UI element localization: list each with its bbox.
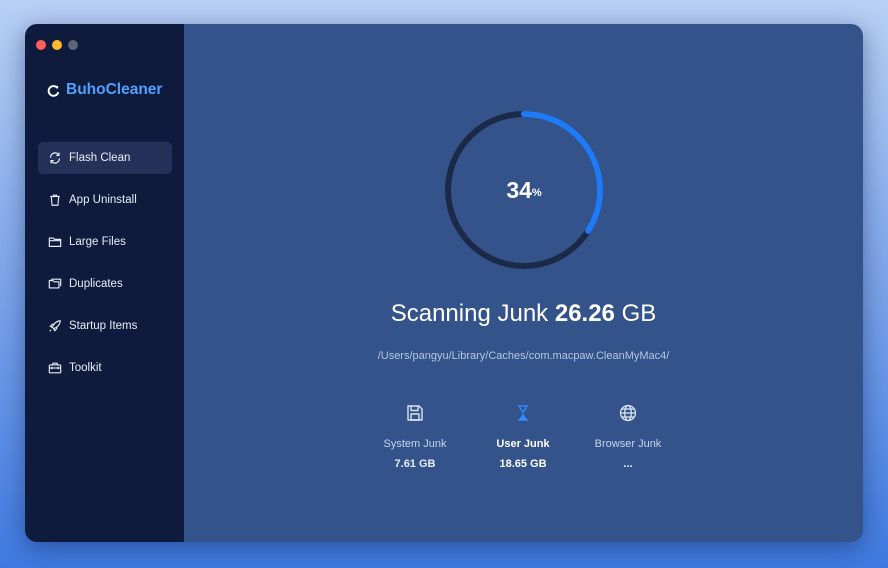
app-logo: BuhoCleaner xyxy=(47,81,162,99)
rocket-icon xyxy=(49,320,61,332)
sidebar-item-label: App Uninstall xyxy=(69,194,137,206)
progress-percent: 34 % xyxy=(442,108,606,272)
sidebar-item-label: Toolkit xyxy=(69,362,102,374)
duplicate-folder-icon xyxy=(48,278,62,289)
sidebar-item-large-files[interactable]: Large Files xyxy=(38,226,172,258)
toolkit-icon xyxy=(48,362,62,374)
sidebar-item-label: Startup Items xyxy=(69,320,138,332)
scan-current-path: /Users/pangyu/Library/Caches/com.macpaw.… xyxy=(377,350,670,362)
folder-icon xyxy=(48,237,62,247)
sidebar-item-startup-items[interactable]: Startup Items xyxy=(38,310,172,342)
category-system-junk[interactable]: System Junk 7.61 GB xyxy=(360,402,470,470)
category-user-junk[interactable]: User Junk 18.65 GB xyxy=(468,402,578,470)
category-label: User Junk xyxy=(496,438,550,450)
hourglass-icon xyxy=(517,405,529,421)
sidebar-nav: Flash Clean App Uninstall Large Files Du… xyxy=(38,142,172,394)
scan-prefix: Scanning Junk xyxy=(390,300,549,327)
sidebar-item-label: Flash Clean xyxy=(69,152,131,164)
scan-size-value: 26.26 xyxy=(554,300,615,327)
floppy-disk-icon xyxy=(407,405,423,421)
app-window: BuhoCleaner Flash Clean App Uninstall La… xyxy=(25,24,863,542)
progress-unit: % xyxy=(531,187,542,199)
progress-value: 34 xyxy=(506,176,532,203)
sidebar-item-label: Large Files xyxy=(69,236,126,248)
scan-status-title: Scanning Junk 26.26 GB xyxy=(184,300,863,328)
sidebar-item-toolkit[interactable]: Toolkit xyxy=(38,352,172,384)
sidebar-item-flash-clean[interactable]: Flash Clean xyxy=(38,142,172,174)
category-size: ... xyxy=(623,458,633,470)
window-controls xyxy=(36,40,78,50)
category-label: Browser Junk xyxy=(594,438,662,450)
category-label: System Junk xyxy=(383,438,447,450)
flash-clean-panel: 34 % Scanning Junk 26.26 GB /Users/pangy… xyxy=(184,24,863,542)
buho-logo-icon xyxy=(47,84,59,97)
sidebar: BuhoCleaner Flash Clean App Uninstall La… xyxy=(25,24,184,542)
globe-icon xyxy=(619,404,637,422)
app-name: BuhoCleaner xyxy=(66,81,163,98)
sidebar-item-duplicates[interactable]: Duplicates xyxy=(38,268,172,300)
sidebar-item-label: Duplicates xyxy=(69,278,123,290)
sidebar-item-app-uninstall[interactable]: App Uninstall xyxy=(38,184,172,216)
scan-progress-ring: 34 % xyxy=(442,108,606,272)
category-browser-junk[interactable]: Browser Junk ... xyxy=(573,402,683,470)
category-size: 18.65 GB xyxy=(499,458,547,470)
zoom-window-button[interactable] xyxy=(68,40,78,50)
refresh-icon xyxy=(50,152,60,164)
trash-icon xyxy=(50,194,60,206)
scan-size-unit: GB xyxy=(621,300,657,327)
minimize-window-button[interactable] xyxy=(52,40,62,50)
close-window-button[interactable] xyxy=(36,40,46,50)
category-size: 7.61 GB xyxy=(394,458,436,470)
